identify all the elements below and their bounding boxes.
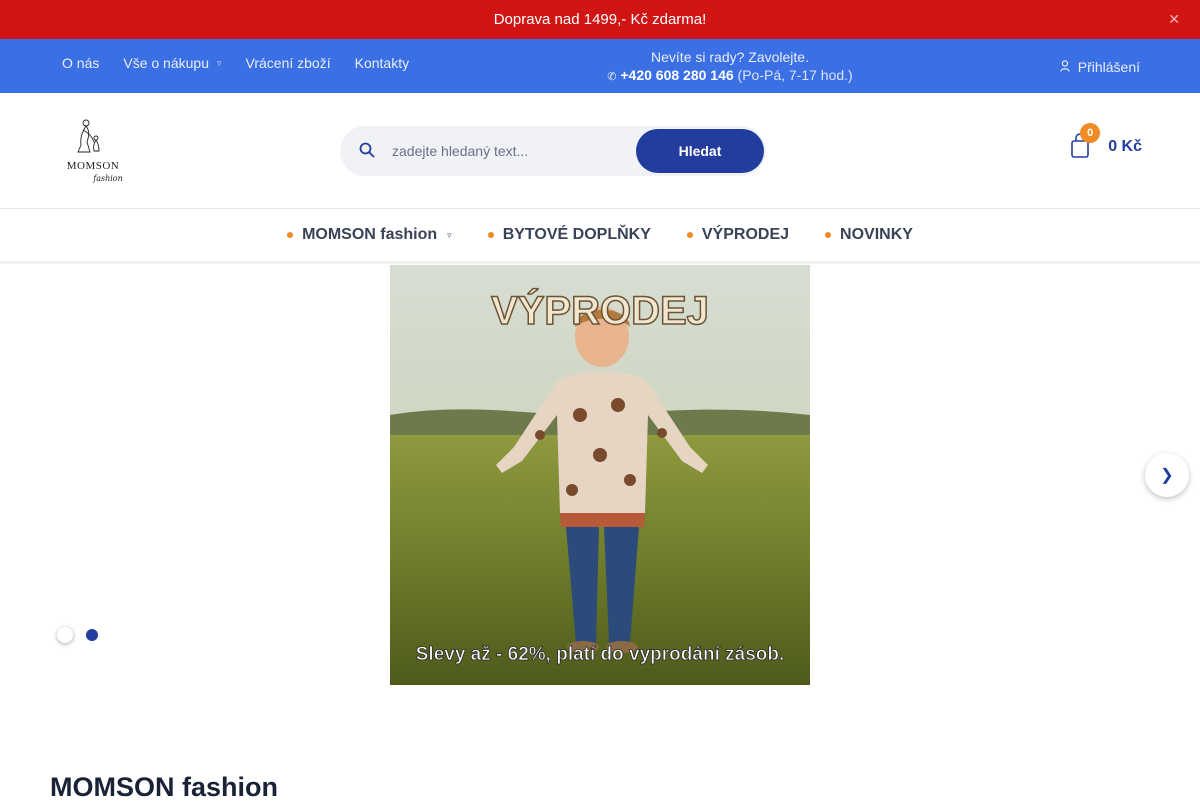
section-title: MOMSON fashion bbox=[50, 772, 278, 802]
announcement-text: Doprava nad 1499,- Kč zdarma! bbox=[493, 11, 707, 28]
bullet-dot-icon bbox=[686, 232, 693, 238]
category-label: MOMSON fashion bbox=[302, 226, 438, 243]
slider-next-button[interactable]: ❯ bbox=[1145, 453, 1189, 497]
search-button[interactable]: Hledat bbox=[636, 129, 764, 173]
utility-links: O nás Vše o nákupu ▿ Vrácení zboží Kontak… bbox=[62, 55, 433, 71]
link-about[interactable]: O nás bbox=[62, 55, 99, 71]
search-input[interactable] bbox=[392, 136, 622, 166]
category-nav: MOMSON fashion ▿ BYTOVÉ DOPLŇKY VÝPRODEJ … bbox=[0, 209, 1200, 264]
hero-headline: VÝPRODEJ bbox=[491, 287, 709, 333]
phone-contact: Nevíte si rady? Zavolejte. ✆ +420 608 28… bbox=[560, 48, 900, 86]
utility-bar: O nás Vše o nákupu ▿ Vrácení zboží Kontak… bbox=[0, 39, 1200, 93]
category-label: NOVINKY bbox=[840, 226, 913, 243]
cart[interactable]: 0 0 Kč bbox=[1070, 123, 1142, 161]
category-new[interactable]: NOVINKY bbox=[825, 226, 913, 244]
link-shopping-info-label: Vše o nákupu bbox=[123, 55, 209, 71]
login-label: Přihlášení bbox=[1077, 59, 1140, 75]
phone-icon: ✆ bbox=[607, 71, 617, 83]
search-icon[interactable] bbox=[358, 141, 376, 159]
bullet-dot-icon bbox=[287, 232, 294, 238]
user-icon bbox=[1059, 59, 1070, 75]
hero-image: VÝPRODEJ Slevy až - 62%, platí do vyprod… bbox=[390, 265, 810, 685]
phone-line: ✆ +420 608 280 146 (Po-Pá, 7-17 hod.) bbox=[560, 66, 900, 86]
category-label: BYTOVÉ DOPLŇKY bbox=[502, 226, 651, 243]
phone-prompt: Nevíte si rady? Zavolejte. bbox=[651, 49, 809, 65]
announcement-bar: Doprava nad 1499,- Kč zdarma! ✕ bbox=[0, 0, 1200, 39]
hero-caption: Slevy až - 62%, platí do vyprodání zásob… bbox=[416, 644, 785, 665]
login-link[interactable]: Přihlášení bbox=[1059, 59, 1140, 75]
slider-dot-1[interactable] bbox=[57, 627, 73, 643]
category-sale[interactable]: VÝPRODEJ bbox=[686, 226, 790, 244]
chevron-right-icon: ❯ bbox=[1160, 467, 1174, 484]
slider-pagination bbox=[57, 627, 111, 643]
logo-subtext: fashion bbox=[92, 174, 123, 183]
slider-dot-2[interactable] bbox=[86, 629, 98, 641]
phone-hours: (Po-Pá, 7-17 hod.) bbox=[737, 67, 853, 83]
cart-count-badge: 0 bbox=[1080, 123, 1101, 143]
chevron-down-icon: ▿ bbox=[216, 57, 222, 68]
hero-banner[interactable]: VÝPRODEJ Slevy až - 62%, platí do vyprod… bbox=[390, 265, 810, 685]
link-returns-label: Vrácení zboží bbox=[245, 55, 331, 71]
shopping-bag-icon: 0 bbox=[1070, 123, 1101, 161]
category-momson-fashion[interactable]: MOMSON fashion ▿ bbox=[287, 226, 452, 244]
phone-number[interactable]: +420 608 280 146 bbox=[620, 67, 733, 83]
momson-logo[interactable]: MOMSON fashion bbox=[56, 118, 130, 184]
link-returns[interactable]: Vrácení zboží bbox=[246, 55, 331, 71]
category-home-accessories[interactable]: BYTOVÉ DOPLŇKY bbox=[487, 226, 651, 244]
category-label: VÝPRODEJ bbox=[701, 226, 790, 243]
bullet-dot-icon bbox=[487, 232, 494, 238]
link-shopping-info[interactable]: Vše o nákupu ▿ bbox=[123, 55, 221, 71]
link-contacts-label: Kontakty bbox=[354, 55, 410, 71]
close-icon[interactable]: ✕ bbox=[1168, 11, 1180, 28]
cart-total: 0 Kč bbox=[1108, 138, 1142, 155]
search-bar: Hledat bbox=[340, 126, 766, 176]
link-contacts[interactable]: Kontakty bbox=[355, 55, 409, 71]
link-about-label: O nás bbox=[62, 55, 100, 71]
chevron-down-icon: ▿ bbox=[447, 229, 452, 240]
logo-text: MOMSON bbox=[67, 160, 120, 172]
bullet-dot-icon bbox=[825, 232, 832, 238]
site-header: MOMSON fashion Hledat 0 0 Kč bbox=[0, 93, 1200, 209]
